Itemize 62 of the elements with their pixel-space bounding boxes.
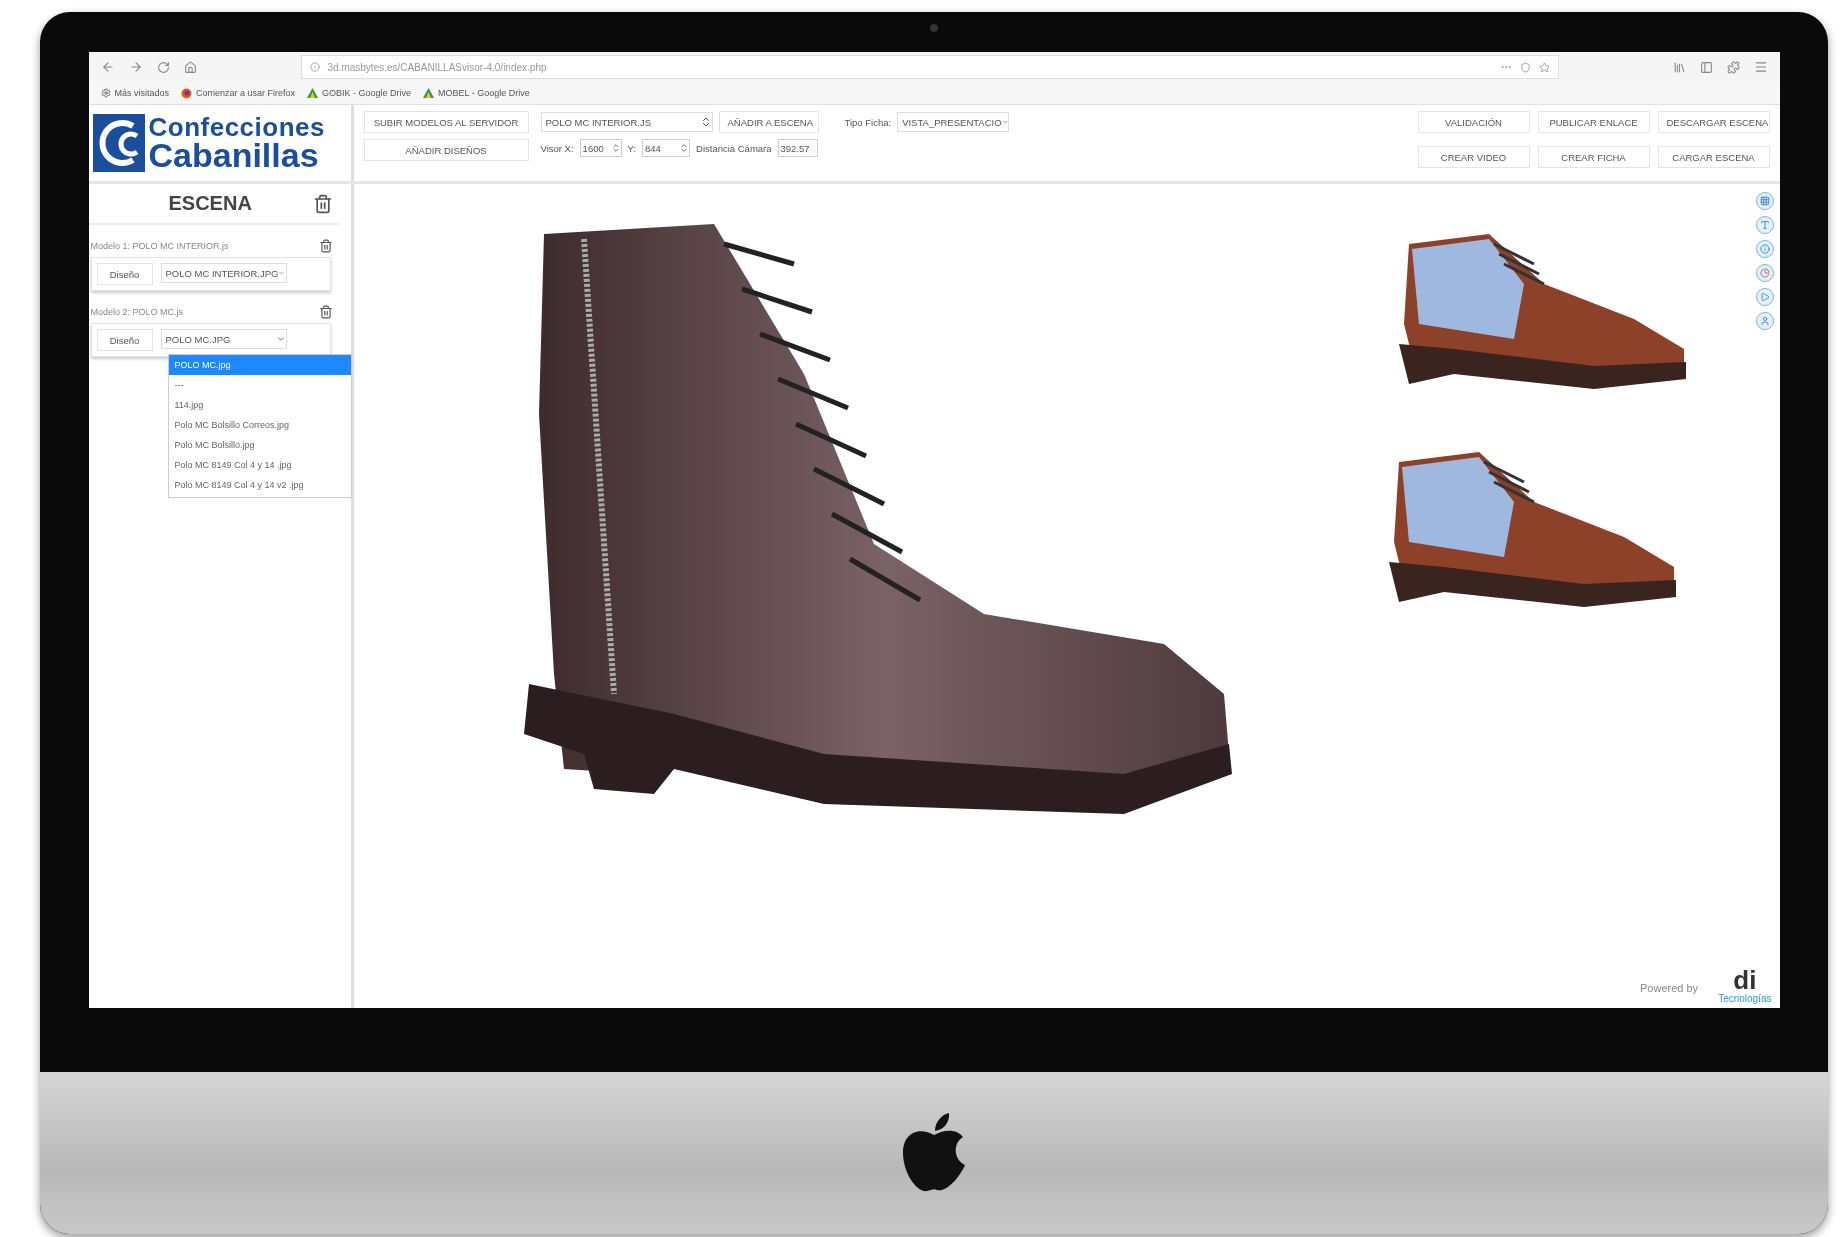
puzzle-icon[interactable] xyxy=(1726,60,1740,74)
back-icon[interactable] xyxy=(100,60,115,74)
action-button[interactable]: CREAR VIDEO xyxy=(1417,146,1530,168)
bookmark-link[interactable]: GOBIK - Google Drive xyxy=(307,88,412,98)
model-label: Modelo 1: POLO MC INTERIOR.js xyxy=(90,241,229,251)
add-to-scene-button[interactable]: AÑADIR A ESCENA xyxy=(718,111,819,133)
design-select[interactable]: POLO MC.JPG xyxy=(160,329,287,349)
action-button[interactable]: CREAR FICHA xyxy=(1537,146,1650,168)
action-button[interactable]: CARGAR ESCENA xyxy=(1657,146,1770,168)
design-select[interactable]: POLO MC INTERIOR.JPG xyxy=(160,263,287,283)
tool-icon[interactable] xyxy=(1755,312,1774,330)
company-logo: di Tecnologías xyxy=(1718,967,1772,1004)
tool-icon[interactable] xyxy=(1755,192,1774,210)
viewer-x-label: Visor X: xyxy=(540,142,574,154)
caret-icon xyxy=(275,334,286,344)
apple-icon xyxy=(901,1113,967,1193)
gear-icon xyxy=(100,88,111,98)
action-button[interactable]: DESCARGAR ESCENA xyxy=(1657,111,1770,133)
sidebar-icon[interactable] xyxy=(1699,60,1713,74)
triangle-icon xyxy=(423,88,435,98)
logo-icon xyxy=(92,114,145,172)
tool-icon[interactable] xyxy=(1755,216,1774,234)
stepper-icon xyxy=(679,143,690,153)
camera-distance-label: Distancia Cámara xyxy=(696,142,772,154)
upload-button[interactable]: SUBIR MODELOS AL SERVIDOR xyxy=(363,111,529,133)
viewer-y-label: Y: xyxy=(627,142,637,154)
powered-by-text: Powered by xyxy=(1640,982,1699,994)
sheet-type-label: Tipo Ficha: xyxy=(844,116,892,128)
design-button[interactable]: Diseño xyxy=(96,329,153,351)
reload-icon[interactable] xyxy=(156,60,170,74)
stepper-icon xyxy=(610,143,621,153)
library-icon[interactable] xyxy=(1672,60,1686,74)
trash-icon[interactable] xyxy=(318,239,333,253)
forward-icon[interactable] xyxy=(128,60,143,74)
tool-icon[interactable] xyxy=(1755,264,1774,282)
menu-icon[interactable] xyxy=(1753,60,1768,74)
triangle-icon xyxy=(307,88,319,98)
add-designs-button[interactable]: AÑADIR DISEÑOS xyxy=(363,139,529,161)
action-button[interactable]: PUBLICAR ENLACE xyxy=(1537,111,1650,133)
trash-icon[interactable] xyxy=(318,305,333,319)
info-icon xyxy=(309,62,320,72)
bookmark-link[interactable]: Comenzar a usar Firefox xyxy=(181,87,296,99)
action-button[interactable]: VALIDACIÓN xyxy=(1417,111,1530,133)
star-icon xyxy=(1538,61,1550,73)
globe-icon xyxy=(181,87,193,99)
model-label: Modelo 2: POLO MC.js xyxy=(90,307,184,317)
tool-icon[interactable] xyxy=(1755,240,1774,258)
sheet-type-select[interactable]: VISTA_PRESENTACIO xyxy=(897,112,1010,132)
model-select[interactable]: POLO MC INTERIOR.JS xyxy=(540,112,713,132)
shield-icon xyxy=(1519,61,1531,73)
scene-title: ESCENA xyxy=(168,192,252,215)
camera-distance-field[interactable]: 392.57 xyxy=(777,139,818,157)
design-button[interactable]: Diseño xyxy=(96,263,153,285)
trash-icon[interactable] xyxy=(312,193,333,214)
bookmark-link[interactable]: MOBEL - Google Drive xyxy=(423,88,530,98)
home-icon[interactable] xyxy=(183,60,197,74)
camera-icon xyxy=(930,24,938,32)
viewer-x-field[interactable]: 1600 xyxy=(579,139,622,157)
tool-icon[interactable] xyxy=(1755,288,1774,306)
bookmark-link[interactable]: Más visitados xyxy=(100,88,170,98)
viewer-y-field[interactable]: 844 xyxy=(642,139,691,157)
logo-text: Confecciones Cabanillas xyxy=(148,114,325,172)
